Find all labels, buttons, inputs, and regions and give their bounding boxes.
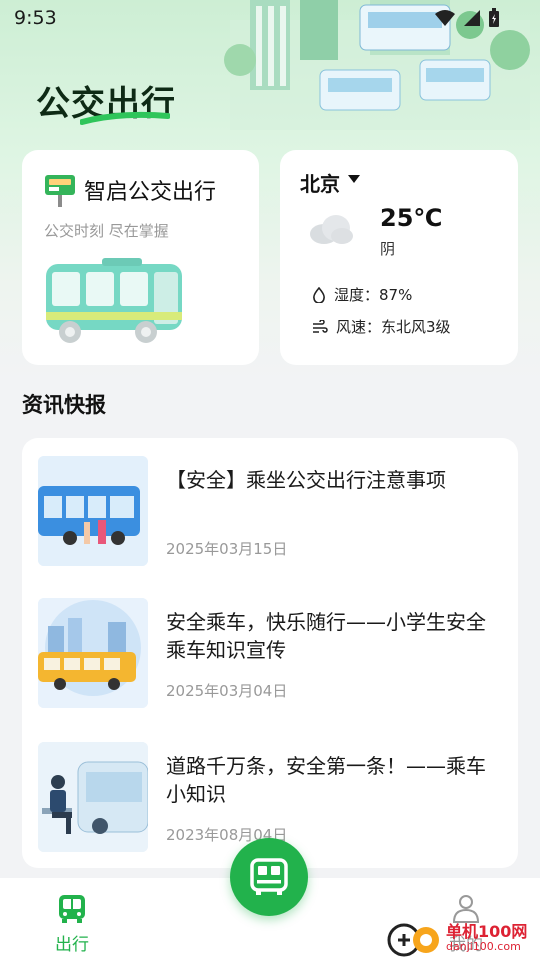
wind-icon bbox=[313, 319, 328, 333]
wind-row: 风速：东北风3级 bbox=[312, 316, 451, 337]
weather-condition: 阴 bbox=[380, 240, 396, 258]
battery-icon bbox=[489, 8, 499, 27]
bus-icon bbox=[59, 895, 85, 923]
news-thumbnail bbox=[38, 598, 148, 708]
news-date: 2025年03月04日 bbox=[166, 682, 288, 700]
news-date: 2025年03月15日 bbox=[166, 540, 288, 558]
wind-text: 风速：东北风3级 bbox=[336, 318, 451, 336]
status-icons bbox=[434, 8, 500, 28]
wifi-icon bbox=[435, 10, 455, 26]
bus-stop-image bbox=[38, 456, 148, 566]
status-bar: 9:53 bbox=[0, 0, 540, 36]
cloud-icon bbox=[310, 215, 353, 244]
signal-icon bbox=[464, 10, 480, 26]
watermark-text: 单机100网 bbox=[446, 921, 528, 941]
watermark-url: danji100.com bbox=[446, 939, 521, 953]
caret-down-icon[interactable] bbox=[348, 174, 360, 184]
humidity-text: 湿度：87% bbox=[334, 286, 413, 304]
city-selector[interactable]: 北京 bbox=[300, 168, 340, 197]
news-thumbnail bbox=[38, 456, 148, 566]
bus-stop-sign-icon bbox=[45, 175, 75, 207]
news-thumbnail bbox=[38, 742, 148, 852]
school-bus-image bbox=[38, 598, 148, 708]
weather-card: 北京 25℃ 阴 湿度：87% 风速：东北风3级 bbox=[280, 150, 518, 365]
humidity-row: 湿度：87% bbox=[312, 284, 412, 305]
news-title: 安全乘车，快乐随行——小学生安全乘车知识宣传 bbox=[166, 610, 486, 662]
news-title: 【安全】乘坐公交出行注意事项 bbox=[166, 468, 446, 492]
watermark-logo: 单机100网 danji100.com bbox=[386, 918, 527, 958]
status-time: 9:53 bbox=[14, 7, 57, 29]
bus-center-button[interactable] bbox=[230, 838, 308, 916]
bus-illustration bbox=[46, 258, 182, 343]
temperature: 25℃ bbox=[380, 204, 443, 232]
bus-front-icon bbox=[250, 858, 288, 895]
news-item[interactable]: 道路千万条，安全第一条！——乘车小知识 2023年08月04日 bbox=[38, 742, 508, 854]
title-underline bbox=[80, 111, 170, 125]
droplet-icon bbox=[313, 286, 325, 303]
news-title: 道路千万条，安全第一条！——乘车小知识 bbox=[166, 754, 486, 806]
news-section-title: 资讯快报 bbox=[22, 393, 106, 417]
watermark-icon bbox=[387, 923, 439, 957]
news-list: 【安全】乘坐公交出行注意事项 2025年03月15日 安全乘车，快乐随行——小学… bbox=[22, 438, 518, 868]
news-item[interactable]: 安全乘车，快乐随行——小学生安全乘车知识宣传 2025年03月04日 bbox=[38, 598, 508, 710]
smart-bus-card[interactable]: 智启公交出行 公交时刻 尽在掌握 bbox=[22, 150, 259, 365]
news-item[interactable]: 【安全】乘坐公交出行注意事项 2025年03月15日 bbox=[38, 456, 508, 568]
bus-card-title: 智启公交出行 bbox=[84, 180, 217, 205]
nav-tab-trip[interactable]: 出行 bbox=[48, 894, 96, 955]
bus-card-subtitle: 公交时刻 尽在掌握 bbox=[44, 222, 169, 240]
passenger-waiting-image bbox=[38, 742, 148, 852]
nav-trip-label: 出行 bbox=[55, 935, 89, 955]
